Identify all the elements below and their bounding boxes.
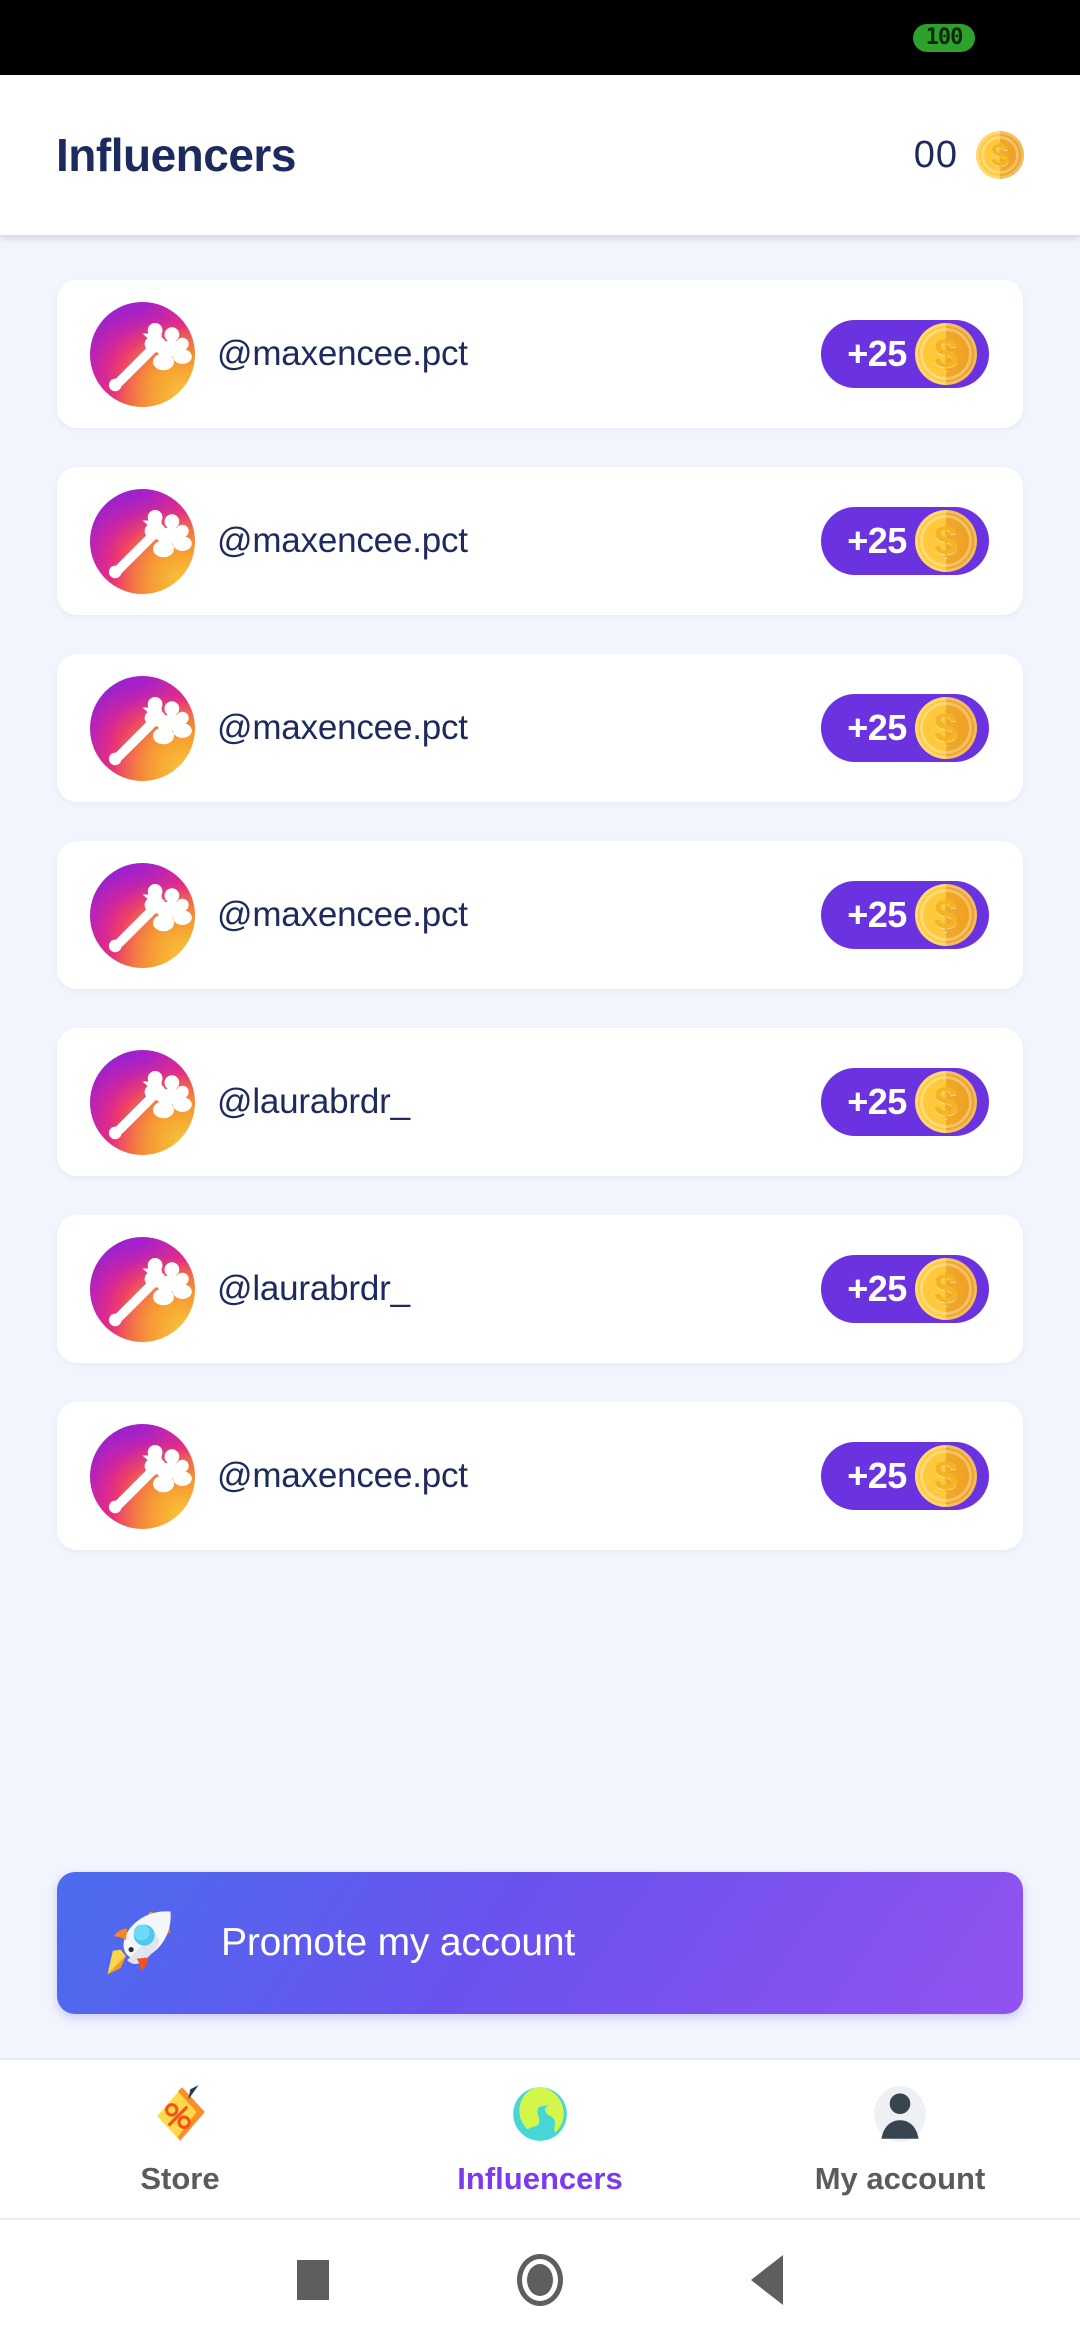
nav-item-store[interactable]: Store <box>0 2081 360 2197</box>
influencer-list: @maxencee.pct +25 $ @maxencee.pct +25 $ @maxen… <box>57 280 1023 1550</box>
nav-item-influencers[interactable]: Influencers <box>360 2081 720 2197</box>
system-navigation-bar <box>0 2220 1080 2340</box>
page-title: Influencers <box>56 129 296 181</box>
influencer-row[interactable]: @maxencee.pct +25 $ <box>57 280 1023 428</box>
triangle-back-icon[interactable] <box>722 2235 812 2325</box>
reward-amount: +25 <box>847 894 907 935</box>
influencer-row[interactable]: @laurabrdr_ +25 $ <box>57 1028 1023 1176</box>
growth-arrow-avatar <box>90 862 195 968</box>
influencer-row[interactable]: @laurabrdr_ +25 $ <box>57 1215 1023 1363</box>
influencer-username: @laurabrdr_ <box>217 1269 410 1308</box>
battery-indicator: 100 <box>913 23 975 52</box>
promote-my-account-button[interactable]: Promote my account <box>57 1872 1023 2014</box>
bottom-navigation: Store Influencers My account <box>0 2060 1080 2220</box>
reward-badge[interactable]: +25 $ <box>821 320 989 388</box>
influencer-username: @laurabrdr_ <box>217 1082 410 1121</box>
growth-arrow-avatar <box>90 1236 195 1342</box>
rocket-icon <box>97 1901 181 1985</box>
status-bar: 100 <box>0 0 1080 75</box>
gold-coin-icon: $ <box>914 884 977 946</box>
growth-arrow-avatar <box>90 1049 195 1155</box>
nav-item-label: Influencers <box>457 2161 623 2196</box>
reward-badge[interactable]: +25 $ <box>821 1442 989 1510</box>
price-tag-icon <box>147 2081 213 2147</box>
influencer-username: @maxencee.pct <box>217 521 468 560</box>
reward-amount: +25 <box>847 1081 907 1122</box>
reward-badge[interactable]: +25 $ <box>821 507 989 575</box>
growth-arrow-avatar <box>90 1423 195 1529</box>
promote-section: Promote my account <box>57 1872 1023 2058</box>
nav-item-my-account[interactable]: My account <box>720 2081 1080 2197</box>
gold-coin-icon: $ <box>914 323 977 385</box>
reward-amount: +25 <box>847 1268 907 1309</box>
reward-badge[interactable]: +25 $ <box>821 1068 989 1136</box>
reward-badge[interactable]: +25 $ <box>821 881 989 949</box>
globe-icon <box>507 2081 573 2147</box>
gold-coin-icon: $ <box>976 131 1024 179</box>
growth-arrow-avatar <box>90 675 195 781</box>
reward-amount: +25 <box>847 520 907 561</box>
growth-arrow-avatar <box>90 488 195 594</box>
person-icon <box>867 2081 933 2147</box>
coin-balance-value: 00 <box>913 133 958 176</box>
nav-item-label: Store <box>140 2161 220 2196</box>
influencer-row[interactable]: @maxencee.pct +25 $ <box>57 654 1023 802</box>
gold-coin-icon: $ <box>914 1445 977 1507</box>
phone-screen: 100 Influencers 00 $ @maxencee.pct +25 $ @m… <box>0 0 1080 2340</box>
influencer-row[interactable]: @maxencee.pct +25 $ <box>57 841 1023 989</box>
reward-amount: +25 <box>847 1455 907 1496</box>
gold-coin-icon: $ <box>914 510 977 572</box>
influencer-list-area: @maxencee.pct +25 $ @maxencee.pct +25 $ @maxen… <box>0 235 1080 2060</box>
gold-coin-icon: $ <box>914 1071 977 1133</box>
coin-balance[interactable]: 00 $ <box>914 131 1024 179</box>
gold-coin-icon: $ <box>914 1258 977 1320</box>
reward-badge[interactable]: +25 $ <box>821 694 989 762</box>
reward-amount: +25 <box>847 333 907 374</box>
influencer-username: @maxencee.pct <box>217 1456 468 1495</box>
gold-coin-icon: $ <box>914 697 977 759</box>
influencer-username: @maxencee.pct <box>217 895 468 934</box>
circle-icon[interactable] <box>495 2235 585 2325</box>
influencer-username: @maxencee.pct <box>217 708 468 747</box>
growth-arrow-avatar <box>90 301 195 407</box>
reward-amount: +25 <box>847 707 907 748</box>
app-header: Influencers 00 $ <box>0 75 1080 235</box>
promote-button-label: Promote my account <box>221 1921 576 1964</box>
reward-badge[interactable]: +25 $ <box>821 1255 989 1323</box>
nav-item-label: My account <box>814 2161 986 2196</box>
square-icon[interactable] <box>268 2235 358 2325</box>
influencer-row[interactable]: @maxencee.pct +25 $ <box>57 467 1023 615</box>
influencer-row[interactable]: @maxencee.pct +25 $ <box>57 1402 1023 1550</box>
influencer-username: @maxencee.pct <box>217 334 468 373</box>
